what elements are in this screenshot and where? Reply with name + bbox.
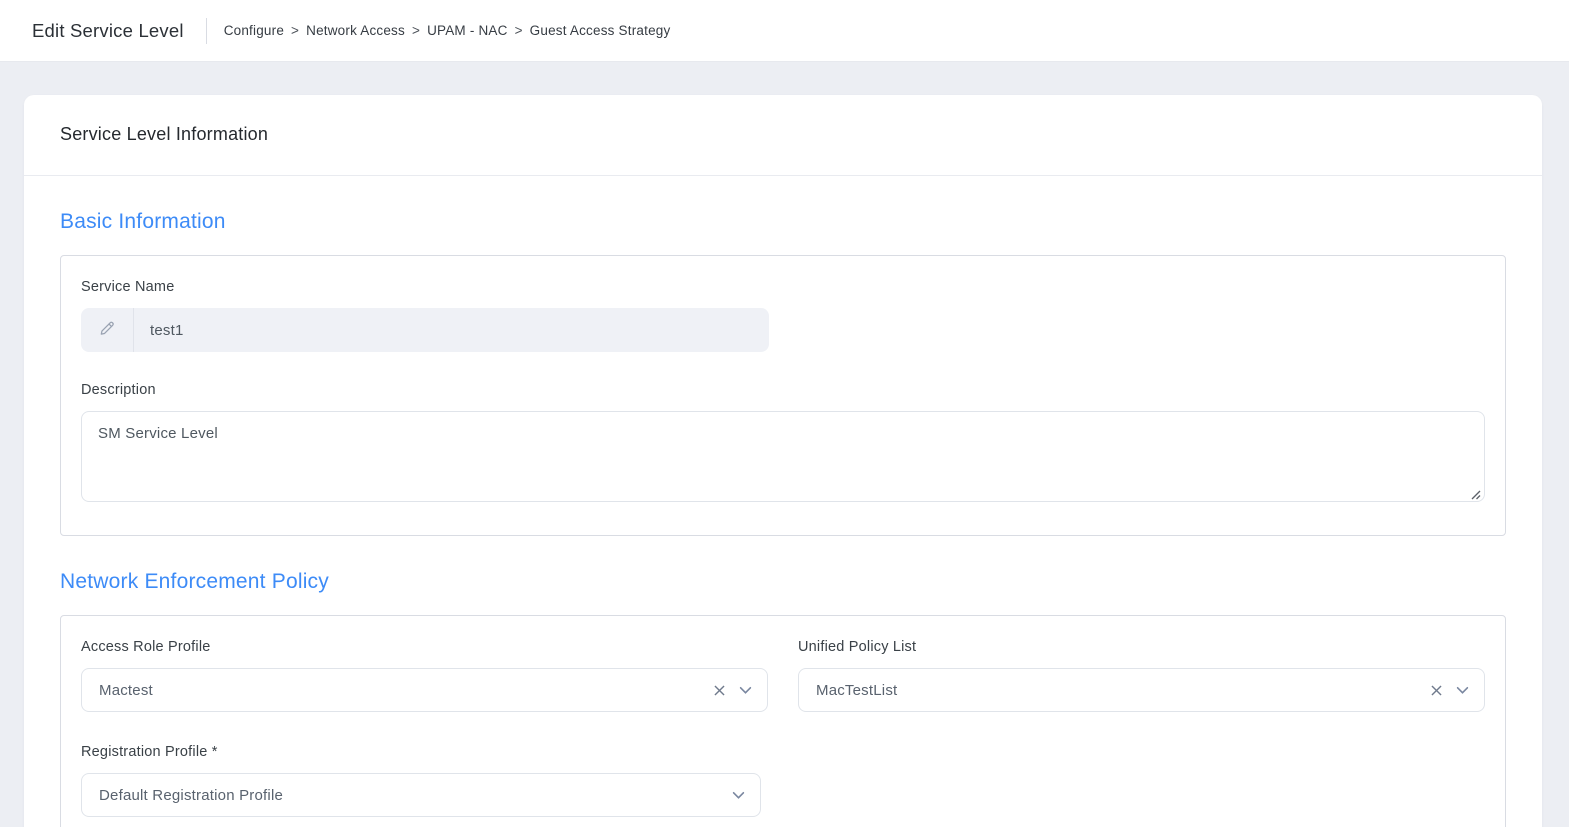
card-title: Service Level Information xyxy=(60,124,1506,145)
service-level-card: Service Level Information Basic Informat… xyxy=(24,95,1542,827)
access-role-profile-value: Mactest xyxy=(99,682,713,699)
registration-profile-select[interactable]: Default Registration Profile xyxy=(81,773,761,817)
service-name-field xyxy=(81,308,769,352)
description-label: Description xyxy=(81,382,1485,398)
x-icon[interactable] xyxy=(713,684,726,697)
unified-policy-list-value: MacTestList xyxy=(816,682,1430,699)
basic-information-group: Service Name Description SM Ser xyxy=(60,255,1506,536)
registration-profile-field: Registration Profile * Default Registrat… xyxy=(81,744,761,817)
page-content: Service Level Information Basic Informat… xyxy=(0,62,1569,827)
breadcrumb-separator: > xyxy=(412,23,420,38)
edit-prefix xyxy=(81,308,134,352)
registration-profile-label: Registration Profile * xyxy=(81,744,761,760)
breadcrumb-separator: > xyxy=(515,23,523,38)
header-divider xyxy=(206,18,207,44)
section-heading-network-enforcement-policy: Network Enforcement Policy xyxy=(60,570,1506,594)
description-textarea[interactable]: SM Service Level xyxy=(81,411,1485,502)
network-enforcement-policy-group: Access Role Profile Mactest Uni xyxy=(60,615,1506,827)
chevron-down-icon[interactable] xyxy=(1456,686,1469,695)
breadcrumb: Configure > Network Access > UPAM - NAC … xyxy=(224,23,671,38)
chevron-down-icon[interactable] xyxy=(739,686,752,695)
card-header: Service Level Information xyxy=(24,95,1542,176)
page-title: Edit Service Level xyxy=(32,20,184,42)
service-name-label: Service Name xyxy=(81,279,1485,295)
pencil-icon xyxy=(99,320,115,341)
access-role-profile-label: Access Role Profile xyxy=(81,639,768,655)
policy-row: Access Role Profile Mactest Uni xyxy=(81,639,1485,712)
description-field: SM Service Level xyxy=(81,411,1485,507)
breadcrumb-item-configure[interactable]: Configure xyxy=(224,23,284,38)
x-icon[interactable] xyxy=(1430,684,1443,697)
section-heading-basic-information: Basic Information xyxy=(60,210,1506,234)
breadcrumb-item-network-access[interactable]: Network Access xyxy=(306,23,405,38)
unified-policy-list-label: Unified Policy List xyxy=(798,639,1485,655)
unified-policy-list-field: Unified Policy List MacTestList xyxy=(798,639,1485,712)
top-header-bar: Edit Service Level Configure > Network A… xyxy=(0,0,1569,62)
service-name-input[interactable] xyxy=(134,308,769,352)
breadcrumb-separator: > xyxy=(291,23,299,38)
breadcrumb-item-guest-access-strategy: Guest Access Strategy xyxy=(530,23,671,38)
unified-policy-list-select[interactable]: MacTestList xyxy=(798,668,1485,712)
chevron-down-icon[interactable] xyxy=(732,791,745,800)
access-role-profile-select[interactable]: Mactest xyxy=(81,668,768,712)
card-body: Basic Information Service Name De xyxy=(24,210,1542,827)
breadcrumb-item-upam-nac[interactable]: UPAM - NAC xyxy=(427,23,508,38)
access-role-profile-field: Access Role Profile Mactest xyxy=(81,639,768,712)
registration-profile-value: Default Registration Profile xyxy=(99,787,732,804)
